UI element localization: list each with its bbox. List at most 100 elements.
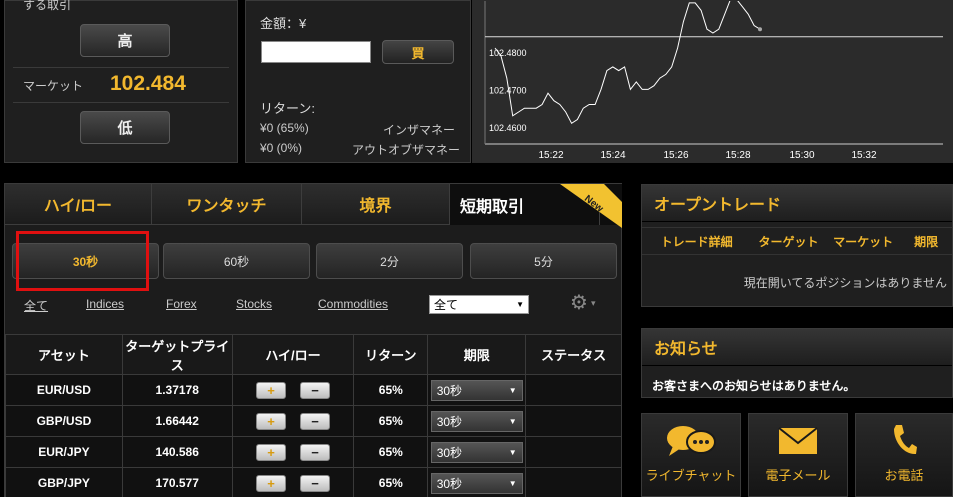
open-trade-columns: トレード詳細 ターゲット マーケット 期限 [642, 227, 952, 255]
price-chart: 102.4800102.4700102.460015:22 15:24 15:26 1… [484, 0, 943, 161]
panel-title: する取引 [23, 0, 72, 12]
low-minus-button[interactable]: − [299, 412, 330, 430]
email-button[interactable]: 電子メール [748, 413, 848, 497]
out-money-label: アウトオブザマネー [352, 143, 461, 157]
highlow-cell: + − [231, 405, 355, 437]
market-price: 102.484 [110, 72, 186, 95]
tab-boundary[interactable]: 境界 [302, 184, 450, 225]
email-label: 電子メール [765, 468, 831, 483]
return-rate: 65% [353, 436, 429, 468]
status-cell [525, 467, 622, 497]
expiry-select[interactable]: 30秒 ▼ [430, 410, 523, 432]
col-asset: アセット [5, 334, 123, 375]
status-cell [525, 405, 622, 437]
chevron-down-icon: ▼ [508, 478, 517, 488]
high-plus-button[interactable]: + [255, 381, 286, 399]
in-money-label: インザマネー [383, 123, 456, 137]
high-button[interactable]: 高 [80, 24, 170, 57]
time-button-2m[interactable]: 2分 [316, 243, 463, 279]
low-button[interactable]: 低 [80, 111, 170, 144]
settings-menu[interactable]: ⚙ ▾ [570, 293, 595, 313]
gear-icon: ⚙ [570, 292, 588, 314]
expiry-select[interactable]: 30秒 ▼ [430, 472, 523, 494]
filter-all[interactable]: 全て [24, 297, 48, 314]
col-return: リターン [353, 334, 429, 375]
highlow-cell: + − [231, 436, 355, 468]
col-trade-detail: トレード詳細 [660, 234, 733, 249]
y-tick-label: 102.4800 [489, 48, 527, 58]
filter-indices[interactable]: Indices [86, 297, 124, 311]
live-chat-button[interactable]: ライブチャット [641, 413, 741, 497]
order-panel: 金額：¥ 買 リターン: ¥0 (65%) インザマネー ¥0 (0%) アウト… [245, 0, 471, 163]
asset-name: GBP/JPY [5, 467, 123, 497]
news-panel: お知らせ お客さまへのお知らせはありません。 [641, 328, 953, 398]
highlow-cell: + − [231, 374, 355, 406]
filter-forex[interactable]: Forex [166, 297, 197, 311]
price-chart-panel: 102.4800 102.4700 102.4600 15:22 15:24 15:26 1… [472, 0, 953, 163]
x-tick-label: 15:24 [600, 150, 625, 161]
return-rate: 65% [353, 405, 429, 437]
low-minus-button[interactable]: − [299, 381, 330, 399]
chevron-down-icon: ▾ [590, 297, 596, 308]
col-status: ステータス [525, 334, 622, 375]
amount-input[interactable] [261, 41, 371, 63]
open-trade-panel: オープントレード トレード詳細 ターゲット マーケット 期限 現在開いてるポジシ… [641, 184, 953, 307]
expiry-select[interactable]: 30秒 ▼ [430, 441, 523, 463]
col-expiry: 期限 [427, 334, 527, 375]
new-badge: New [560, 184, 622, 228]
time-button-60s[interactable]: 60秒 [163, 243, 310, 279]
time-button-5m[interactable]: 5分 [470, 243, 617, 279]
amount-label: 金額：¥ [260, 16, 307, 31]
target-price: 140.586 [121, 436, 233, 468]
expiry-value: 30秒 [436, 414, 463, 429]
filter-stocks[interactable]: Stocks [236, 297, 272, 311]
divider [13, 67, 229, 68]
expiry-cell: 30秒 ▼ [427, 374, 527, 406]
table-row: GBP/USD 1.66442 + −65% 30秒 ▼ [5, 405, 622, 437]
open-trade-title: オープントレード [642, 185, 952, 222]
phone-label: お電話 [884, 468, 924, 483]
high-plus-button[interactable]: + [255, 474, 286, 492]
col-expiry: 期限 [914, 234, 939, 249]
chevron-down-icon: ▼ [508, 447, 517, 457]
category-select[interactable]: 全て ▼ [429, 295, 529, 314]
col-target: ターゲット [758, 234, 819, 249]
expiry-cell: 30秒 ▼ [427, 436, 527, 468]
tab-onetouch[interactable]: ワンタッチ [152, 184, 302, 225]
asset-name: GBP/USD [5, 405, 123, 437]
asset-name: EUR/USD [5, 374, 123, 406]
chevron-down-icon: ▼ [508, 416, 517, 426]
return-rate: 65% [353, 467, 429, 497]
status-cell [525, 436, 622, 468]
col-market: マーケット [833, 234, 894, 249]
buy-button[interactable]: 買 [382, 40, 454, 64]
return-rate: 65% [353, 374, 429, 406]
low-minus-button[interactable]: − [299, 474, 330, 492]
phone-button[interactable]: お電話 [855, 413, 953, 497]
x-tick-label: 15:22 [538, 150, 563, 161]
return-label: リターン: [260, 101, 315, 116]
expiry-value: 30秒 [436, 476, 463, 491]
expiry-cell: 30秒 ▼ [427, 405, 527, 437]
x-tick-label: 15:26 [663, 150, 688, 161]
market-label: マーケット [23, 79, 84, 93]
tab-highlow[interactable]: ハイ/ロー [5, 184, 152, 225]
high-plus-button[interactable]: + [255, 443, 286, 461]
target-price: 1.66442 [121, 405, 233, 437]
speech-bubble-icon [667, 426, 716, 456]
live-chat-label: ライブチャット [645, 468, 737, 483]
phone-icon [894, 425, 917, 455]
news-message: お客さまへのお知らせはありません。 [652, 379, 856, 393]
table-row: GBP/JPY 170.577 + −65% 30秒 ▼ [5, 467, 622, 497]
x-tick-label: 15:30 [789, 150, 814, 161]
high-plus-button[interactable]: + [255, 412, 286, 430]
asset-table: アセット ターゲットプライス ハイ/ロー リターン 期限 ステータス EUR/U… [5, 334, 622, 497]
filter-commodities[interactable]: Commodities [318, 297, 388, 311]
col-target-price: ターゲットプライス [121, 334, 233, 375]
chevron-down-icon: ▼ [516, 300, 524, 309]
low-minus-button[interactable]: − [299, 443, 330, 461]
table-header-row: アセット ターゲットプライス ハイ/ロー リターン 期限 ステータス [5, 334, 622, 375]
last-price-point [758, 27, 762, 32]
highlow-cell: + − [231, 467, 355, 497]
expiry-select[interactable]: 30秒 ▼ [430, 379, 523, 401]
